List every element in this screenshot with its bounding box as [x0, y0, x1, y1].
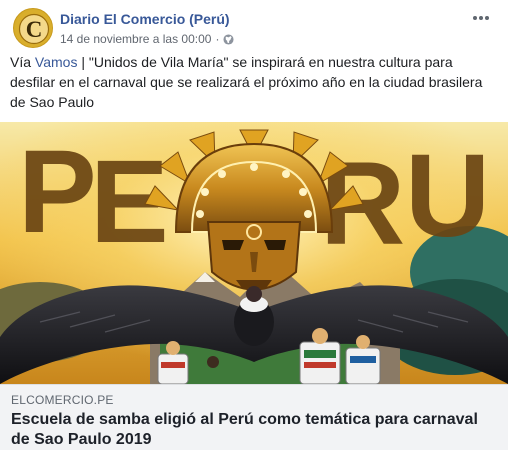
meta-separator: · — [215, 32, 220, 46]
svg-text:C: C — [26, 17, 43, 42]
post-text-body: | "Unidos de Vila María" se inspirará en… — [10, 54, 483, 110]
more-options-icon[interactable] — [470, 10, 492, 26]
post-text: Vía Vamos | "Unidos de Vila María" se in… — [10, 52, 498, 112]
link-preview-box[interactable]: ELCOMERCIO.PE Escuela de samba eligió al… — [0, 384, 508, 450]
vamos-link[interactable]: Vamos — [35, 54, 78, 70]
carnival-artwork-image: P E R U — [0, 122, 508, 384]
page-name-link[interactable]: Diario El Comercio (Perú) — [60, 11, 230, 27]
image-letter-u: U — [405, 130, 490, 262]
facebook-post: C Diario El Comercio (Perú) 14 de noviem… — [0, 0, 508, 450]
link-domain: ELCOMERCIO.PE — [11, 393, 114, 407]
post-header: C Diario El Comercio (Perú) 14 de noviem… — [10, 6, 500, 52]
post-text-prefix: Vía — [10, 54, 35, 70]
globe-icon[interactable] — [223, 33, 234, 45]
link-preview-image[interactable]: P E R U — [0, 122, 508, 384]
timestamp-link[interactable]: 14 de noviembre a las 00:00 — [60, 32, 211, 46]
el-comercio-logo-icon: C — [15, 10, 52, 47]
avatar[interactable]: C — [13, 8, 53, 48]
link-headline[interactable]: Escuela de samba eligió al Perú como tem… — [11, 410, 497, 450]
image-letter-p: P — [18, 126, 97, 258]
post-meta: 14 de noviembre a las 00:00 · — [60, 32, 234, 46]
